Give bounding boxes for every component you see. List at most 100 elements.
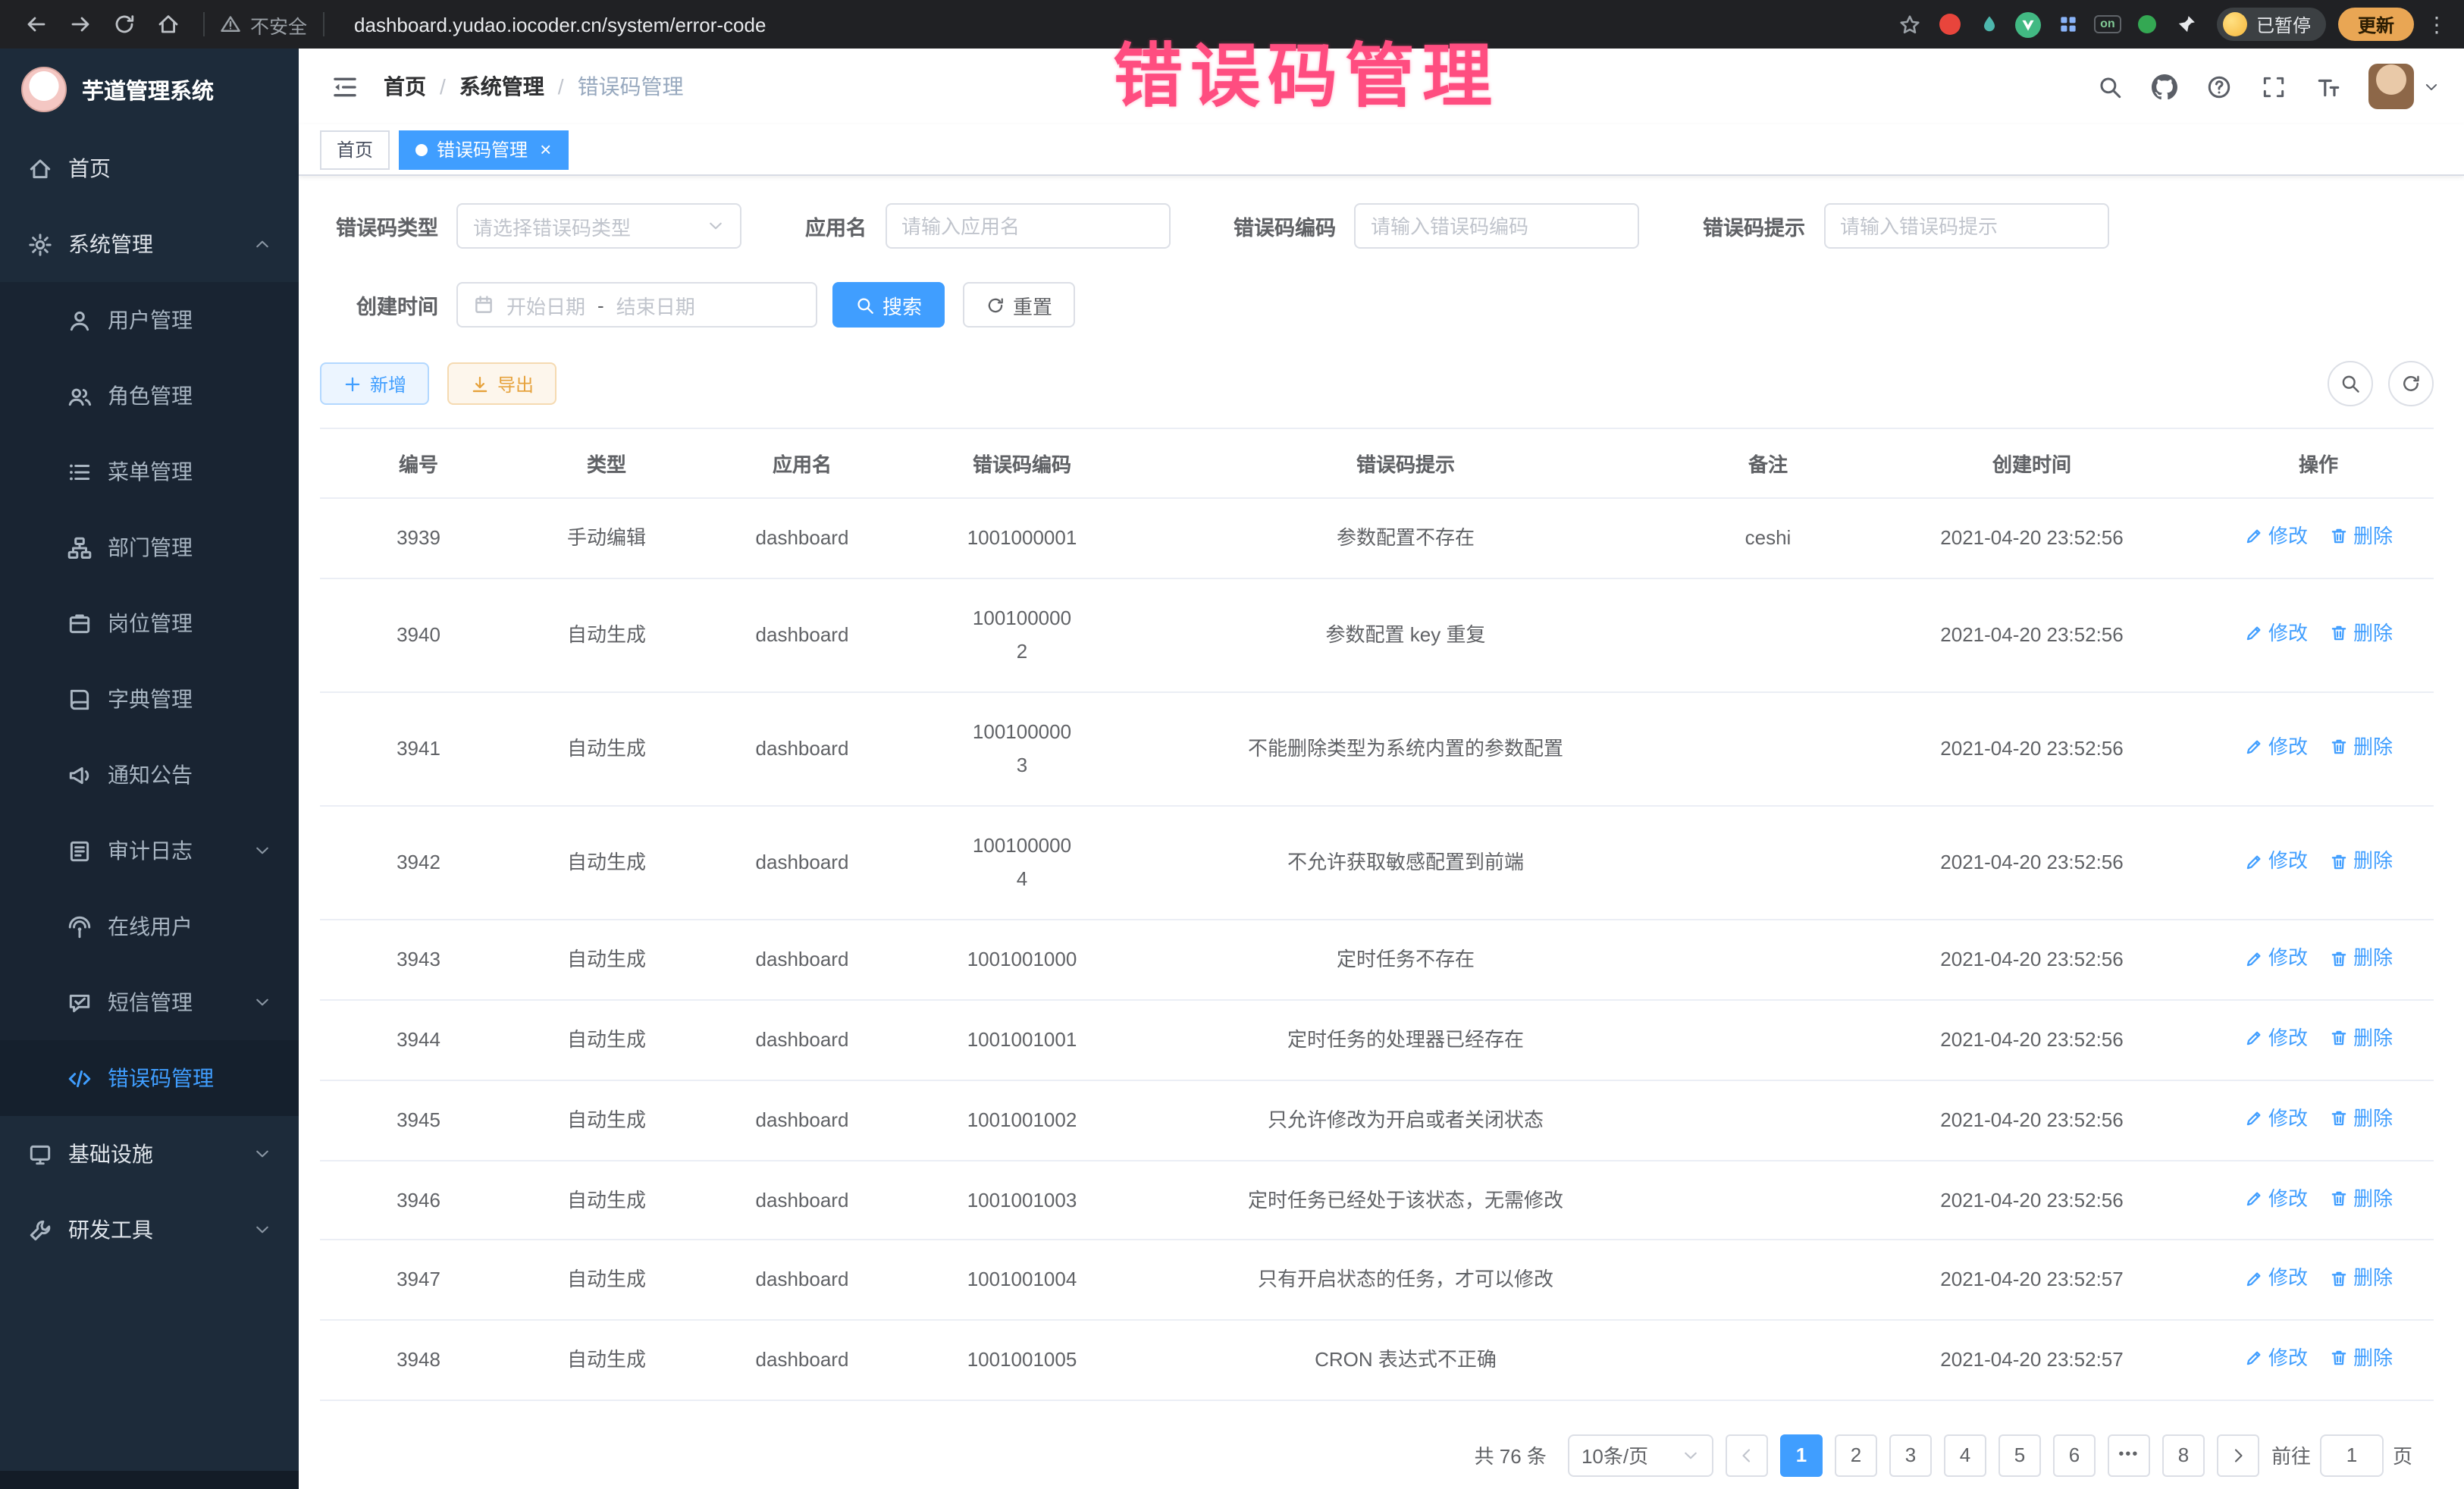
delete-link[interactable]: 删除 <box>2329 1183 2393 1213</box>
edit-link[interactable]: 修改 <box>2244 944 2308 973</box>
app-name-input[interactable] <box>885 203 1170 249</box>
extension-adblock-icon[interactable] <box>1932 6 1968 42</box>
update-button[interactable]: 更新 <box>2338 8 2414 41</box>
sidebar-fold-icon[interactable] <box>320 62 368 111</box>
sidebar-collapse-bar[interactable] <box>0 1471 299 1489</box>
next-page-button[interactable] <box>2217 1434 2259 1477</box>
sidebar-item[interactable]: 部门管理 <box>0 509 299 585</box>
sidebar-item[interactable]: 基础设施 <box>0 1116 299 1192</box>
sidebar-item[interactable]: 通知公告 <box>0 737 299 813</box>
delete-link[interactable]: 删除 <box>2329 1104 2393 1133</box>
sidebar-header[interactable]: 芋道管理系统 <box>0 49 299 130</box>
edit-link[interactable]: 修改 <box>2244 1104 2308 1133</box>
refresh-table-button[interactable] <box>2388 361 2434 406</box>
extension-grid-icon[interactable] <box>2050 6 2086 42</box>
search-icon <box>855 295 875 315</box>
extension-pin-icon[interactable] <box>2168 6 2205 42</box>
trash-icon <box>2329 1029 2349 1049</box>
home-icon[interactable] <box>147 4 188 45</box>
extension-switch-icon[interactable]: on <box>2089 6 2126 42</box>
security-chip[interactable]: 不安全 <box>220 10 307 39</box>
goto-page-input[interactable] <box>2320 1434 2384 1477</box>
page-size-select[interactable]: 10条/页 <box>1568 1434 1713 1477</box>
bookmark-star-icon[interactable] <box>1892 6 1929 42</box>
sidebar-item[interactable]: 用户管理 <box>0 282 299 358</box>
sidebar-item[interactable]: 错误码管理 <box>0 1040 299 1116</box>
delete-link[interactable]: 删除 <box>2329 944 2393 973</box>
page-button[interactable]: 5 <box>1998 1434 2041 1477</box>
sidebar-item[interactable]: 系统管理 <box>0 206 299 282</box>
font-size-icon[interactable] <box>2302 61 2353 112</box>
page-button[interactable]: 4 <box>1944 1434 1986 1477</box>
edit-link[interactable]: 修改 <box>2244 1183 2308 1213</box>
avatar-caret-icon[interactable] <box>2423 78 2440 95</box>
column-header: 备注 <box>1676 428 1861 498</box>
page-button[interactable]: 2 <box>1835 1434 1877 1477</box>
reload-icon[interactable] <box>103 4 144 45</box>
delete-link[interactable]: 删除 <box>2329 619 2393 648</box>
profile-paused-badge[interactable]: 已暂停 <box>2217 8 2326 41</box>
breadcrumb-item[interactable]: 首页 <box>384 71 426 102</box>
close-icon[interactable]: × <box>540 139 551 159</box>
cell-remark <box>1676 1320 1861 1400</box>
toggle-search-button[interactable] <box>2328 361 2373 406</box>
page-button[interactable]: 3 <box>1889 1434 1932 1477</box>
edit-link[interactable]: 修改 <box>2244 1023 2308 1053</box>
extension-vue-icon[interactable] <box>2011 6 2047 42</box>
page-button[interactable]: 1 <box>1780 1434 1823 1477</box>
forward-icon[interactable] <box>59 4 100 45</box>
tag[interactable]: 首页 <box>320 130 390 169</box>
search-button[interactable]: 搜索 <box>832 282 945 328</box>
sidebar-item-label: 岗位管理 <box>108 608 193 638</box>
delete-link[interactable]: 删除 <box>2329 732 2393 762</box>
user-avatar[interactable] <box>2368 64 2414 109</box>
page-button[interactable]: 8 <box>2162 1434 2205 1477</box>
delete-link[interactable]: 删除 <box>2329 1023 2393 1053</box>
date-range-picker[interactable]: 开始日期 - 结束日期 <box>456 282 817 328</box>
export-button[interactable]: 导出 <box>447 362 556 405</box>
sidebar-item[interactable]: 字典管理 <box>0 661 299 737</box>
extension-green-icon[interactable] <box>2129 6 2165 42</box>
delete-link[interactable]: 删除 <box>2329 1343 2393 1373</box>
github-icon[interactable] <box>2138 61 2190 112</box>
export-button-label: 导出 <box>497 371 534 397</box>
sidebar-item[interactable]: 岗位管理 <box>0 585 299 661</box>
extension-drop-icon[interactable] <box>1971 6 2008 42</box>
help-icon[interactable] <box>2193 61 2244 112</box>
sidebar-item[interactable]: 角色管理 <box>0 358 299 434</box>
edit-link[interactable]: 修改 <box>2244 847 2308 876</box>
table-row: 3941自动生成dashboard1001000003不能删除类型为系统内置的参… <box>320 692 2434 806</box>
error-message-input[interactable] <box>1823 203 2108 249</box>
prev-page-button[interactable] <box>1726 1434 1768 1477</box>
edit-link[interactable]: 修改 <box>2244 732 2308 762</box>
cell-operations: 修改删除 <box>2203 920 2434 1001</box>
sidebar-item[interactable]: 短信管理 <box>0 964 299 1040</box>
edit-link[interactable]: 修改 <box>2244 619 2308 648</box>
error-type-select[interactable]: 请选择错误码类型 <box>456 203 741 249</box>
fullscreen-icon[interactable] <box>2247 61 2299 112</box>
add-button[interactable]: 新增 <box>320 362 429 405</box>
browser-menu-icon[interactable]: ⋮ <box>2426 11 2449 37</box>
edit-link[interactable]: 修改 <box>2244 1264 2308 1293</box>
delete-link[interactable]: 删除 <box>2329 847 2393 876</box>
edit-link[interactable]: 修改 <box>2244 522 2308 551</box>
back-icon[interactable] <box>15 4 56 45</box>
sidebar-item[interactable]: 在线用户 <box>0 889 299 964</box>
page-button[interactable]: 6 <box>2053 1434 2096 1477</box>
breadcrumb-item[interactable]: 系统管理 <box>459 71 544 102</box>
sidebar-item[interactable]: 首页 <box>0 130 299 206</box>
sidebar-item[interactable]: 研发工具 <box>0 1192 299 1268</box>
address-bar[interactable]: dashboard.yudao.iocoder.cn/system/error-… <box>354 13 766 36</box>
tag[interactable]: 错误码管理× <box>399 130 568 169</box>
edit-link[interactable]: 修改 <box>2244 1343 2308 1373</box>
sidebar-item[interactable]: 菜单管理 <box>0 434 299 509</box>
delete-link[interactable]: 删除 <box>2329 522 2393 551</box>
error-code-input[interactable] <box>1354 203 1639 249</box>
infra-icon <box>27 1141 53 1167</box>
cell-message: 只有开启状态的任务，才可以修改 <box>1136 1240 1676 1321</box>
search-icon[interactable] <box>2083 61 2135 112</box>
more-pages-button[interactable]: ••• <box>2108 1434 2150 1477</box>
sidebar-item[interactable]: 审计日志 <box>0 813 299 889</box>
delete-link[interactable]: 删除 <box>2329 1264 2393 1293</box>
reset-button[interactable]: 重置 <box>963 282 1075 328</box>
